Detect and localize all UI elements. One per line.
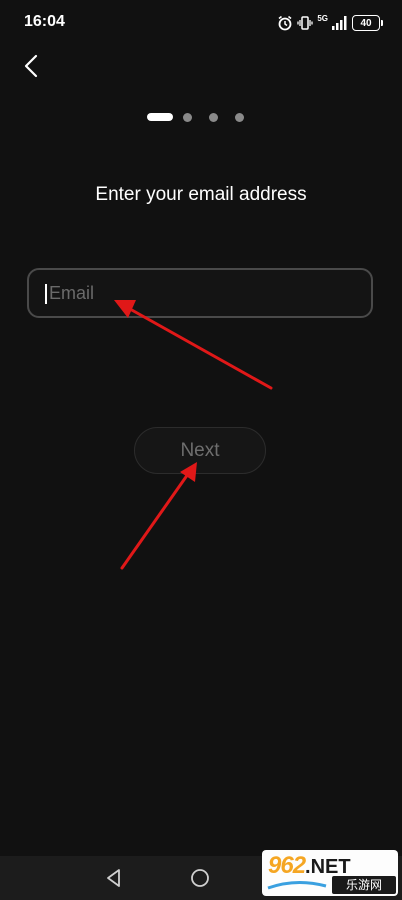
chevron-left-icon	[24, 54, 38, 78]
step-1-active	[147, 113, 173, 121]
text-caret	[45, 284, 47, 304]
step-indicator	[147, 112, 244, 122]
signal-icon	[332, 16, 347, 30]
status-time: 16:04	[24, 13, 65, 30]
arrow-to-next	[120, 462, 197, 570]
back-button[interactable]	[16, 50, 46, 82]
nav-back-icon[interactable]	[104, 868, 124, 888]
watermark-logo: 962.NET 乐游网	[262, 850, 398, 896]
watermark-subtitle: 乐游网	[332, 876, 396, 894]
battery-icon: 40	[352, 15, 383, 31]
step-4	[235, 112, 244, 122]
alarm-icon	[278, 15, 292, 31]
watermark-swoosh	[267, 881, 327, 890]
step-3	[209, 112, 218, 122]
vibrate-icon	[297, 16, 313, 30]
next-button[interactable]: Next	[134, 427, 266, 474]
status-bar: 16:04 5G 40	[0, 0, 402, 46]
email-input[interactable]	[45, 281, 351, 305]
page-title: Enter your email address	[95, 184, 307, 205]
step-2	[183, 112, 192, 122]
status-icons: 5G 40	[277, 13, 383, 33]
network-type-label: 5G	[317, 13, 328, 23]
nav-home-icon[interactable]	[190, 868, 210, 888]
email-field-container[interactable]	[27, 268, 373, 318]
